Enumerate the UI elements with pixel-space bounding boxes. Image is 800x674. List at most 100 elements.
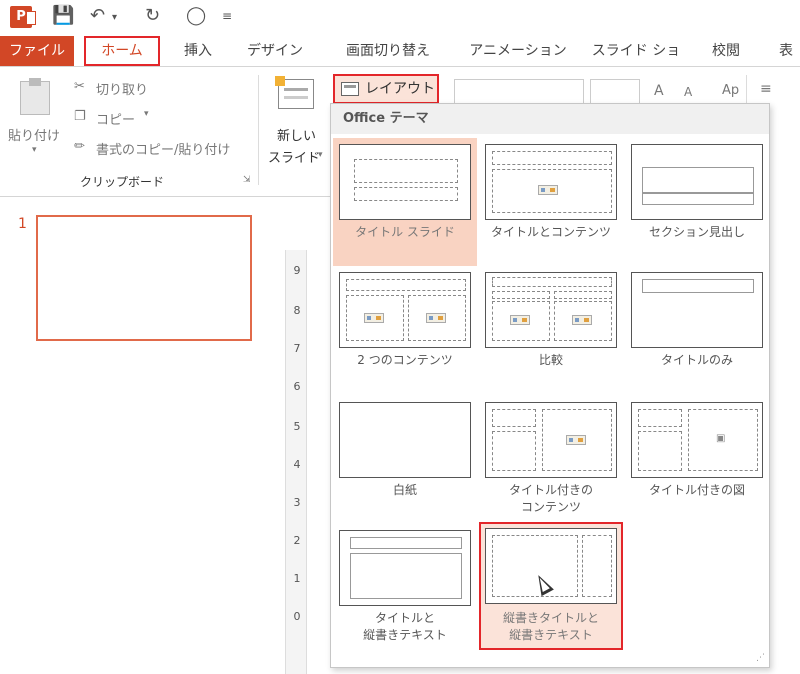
- layout-preview: [339, 272, 471, 348]
- tab-view[interactable]: 表: [772, 36, 800, 66]
- layout-preview: [631, 272, 763, 348]
- layout-label-line2: 縦書きテキスト: [509, 628, 593, 642]
- layout-title-vertical-text[interactable]: タイトルと 縦書きテキスト: [333, 524, 477, 652]
- layout-label-line1: タイトル付きの: [508, 483, 593, 497]
- layout-comparison[interactable]: 比較: [479, 266, 623, 394]
- layout-picture-with-caption[interactable]: ▣ タイトル付きの図: [625, 396, 769, 524]
- layout-preview: [631, 144, 763, 220]
- content-placeholder-icon: [572, 315, 592, 325]
- ruler-mark: 1: [293, 572, 301, 585]
- layout-preview: [339, 530, 471, 606]
- tab-design[interactable]: デザイン: [242, 36, 308, 66]
- layout-section-header[interactable]: セクション見出し: [625, 138, 769, 266]
- paste-dropdown-icon[interactable]: ▾: [32, 145, 37, 155]
- tab-home[interactable]: ホーム: [84, 36, 160, 66]
- layout-preview: [339, 144, 471, 220]
- bullets-icon[interactable]: ≡: [760, 81, 772, 97]
- layout-preview: [485, 272, 617, 348]
- layout-title-slide[interactable]: タイトル スライド: [333, 138, 477, 266]
- customize-toolbar-icon[interactable]: ≡: [222, 9, 232, 23]
- copy-button[interactable]: コピー: [96, 109, 135, 128]
- resize-grip-icon[interactable]: ⋰: [756, 653, 765, 663]
- layout-title-content[interactable]: タイトルとコンテンツ: [479, 138, 623, 266]
- layout-label: セクション見出し: [648, 225, 745, 239]
- layout-button-label: レイアウト: [365, 81, 435, 97]
- grow-font-button[interactable]: A: [654, 83, 664, 99]
- layout-preview: [339, 402, 471, 478]
- format-painter-button[interactable]: 書式のコピー/貼り付け: [96, 139, 230, 158]
- layout-icon: [341, 82, 359, 96]
- gallery-header: Office テーマ: [331, 104, 769, 134]
- tab-review[interactable]: 校閲: [706, 36, 746, 66]
- paste-icon[interactable]: [20, 78, 50, 115]
- tab-insert[interactable]: 挿入: [178, 36, 218, 66]
- powerpoint-logo-icon: P: [10, 6, 36, 28]
- cut-icon[interactable]: ✂: [74, 79, 85, 94]
- quick-access-toolbar: P 💾 ↶ ▾ ↻ ◯ ≡: [0, 0, 800, 36]
- ruler-mark: 9: [293, 264, 301, 277]
- ruler-mark: 2: [293, 534, 301, 547]
- layout-label: タイトルと 縦書きテキスト: [333, 610, 477, 644]
- paste-button[interactable]: 貼り付け: [8, 125, 60, 144]
- ruler-mark: 6: [293, 380, 301, 393]
- ruler-mark: 4: [293, 458, 301, 471]
- save-icon[interactable]: 💾: [52, 5, 74, 26]
- layout-label: タイトルのみ: [660, 353, 733, 367]
- layout-label: 比較: [538, 353, 563, 367]
- cut-button[interactable]: 切り取り: [96, 79, 148, 98]
- slide-thumbnail[interactable]: [36, 215, 252, 341]
- slide-number: 1: [18, 216, 27, 232]
- ruler-mark: 5: [293, 420, 301, 433]
- clear-format-button[interactable]: Ap: [722, 83, 739, 98]
- redo-icon[interactable]: ↻: [145, 5, 160, 26]
- shrink-font-button[interactable]: A: [684, 85, 692, 99]
- ruler-mark: 7: [293, 342, 301, 355]
- new-slide-label-line1[interactable]: 新しい: [277, 125, 316, 144]
- layout-label: タイトル スライド: [355, 225, 455, 239]
- undo-dropdown-icon[interactable]: ▾: [112, 12, 117, 23]
- picture-placeholder-icon: ▣: [716, 433, 726, 444]
- layout-preview: [485, 528, 617, 604]
- ruler-mark: 3: [293, 496, 301, 509]
- ribbon-bottom-border: [0, 196, 330, 197]
- layout-label-line1: タイトルと: [374, 611, 435, 625]
- new-slide-icon[interactable]: [275, 76, 314, 109]
- layout-label-line2: コンテンツ: [520, 500, 581, 514]
- tab-slideshow[interactable]: スライド ショー: [586, 36, 686, 89]
- layout-label: タイトル付きの図: [648, 483, 745, 497]
- new-slide-dropdown-icon[interactable]: ▾: [318, 150, 323, 160]
- layout-label-line2: 縦書きテキスト: [363, 628, 447, 642]
- layout-blank[interactable]: 白紙: [333, 396, 477, 524]
- layout-preview: ▣: [631, 402, 763, 478]
- content-placeholder-icon: [426, 313, 446, 323]
- layout-label: 2 つのコンテンツ: [357, 353, 453, 367]
- clipboard-group-label: クリップボード: [80, 175, 165, 189]
- layout-label: タイトルとコンテンツ: [490, 225, 611, 239]
- layout-two-content[interactable]: 2 つのコンテンツ: [333, 266, 477, 394]
- content-placeholder-icon: [538, 185, 558, 195]
- layout-content-with-caption[interactable]: タイトル付きの コンテンツ: [479, 396, 623, 524]
- font-size-box[interactable]: [590, 79, 640, 105]
- format-painter-icon[interactable]: ✏: [74, 139, 85, 154]
- ruler-mark: 8: [293, 304, 301, 317]
- font-name-box[interactable]: [454, 79, 584, 105]
- layout-label: 白紙: [392, 483, 417, 497]
- ruler-mark: 0: [293, 610, 301, 623]
- layout-preview: [485, 402, 617, 478]
- layout-label: 縦書きタイトルと 縦書きテキスト: [481, 610, 621, 644]
- group-separator: [746, 75, 747, 103]
- layout-title-only[interactable]: タイトルのみ: [625, 266, 769, 394]
- tab-transitions[interactable]: 画面切り替え: [338, 36, 438, 66]
- copy-icon[interactable]: ❐: [74, 109, 86, 124]
- undo-icon[interactable]: ↶: [90, 5, 105, 26]
- new-slide-label-line2[interactable]: スライド: [268, 147, 320, 166]
- ribbon-tabs: ファイル ホーム 挿入 デザイン 画面切り替え アニメーション スライド ショー…: [0, 36, 800, 89]
- content-placeholder-icon: [364, 313, 384, 323]
- clipboard-launcher-icon[interactable]: ⇲: [243, 175, 251, 185]
- tab-animations[interactable]: アニメーション: [468, 36, 568, 66]
- copy-dropdown-icon[interactable]: ▾: [144, 109, 149, 119]
- layout-label: タイトル付きの コンテンツ: [479, 482, 623, 516]
- layout-button[interactable]: レイアウト ▾: [333, 74, 439, 122]
- tab-file[interactable]: ファイル: [0, 36, 74, 66]
- present-icon[interactable]: ◯: [186, 5, 206, 26]
